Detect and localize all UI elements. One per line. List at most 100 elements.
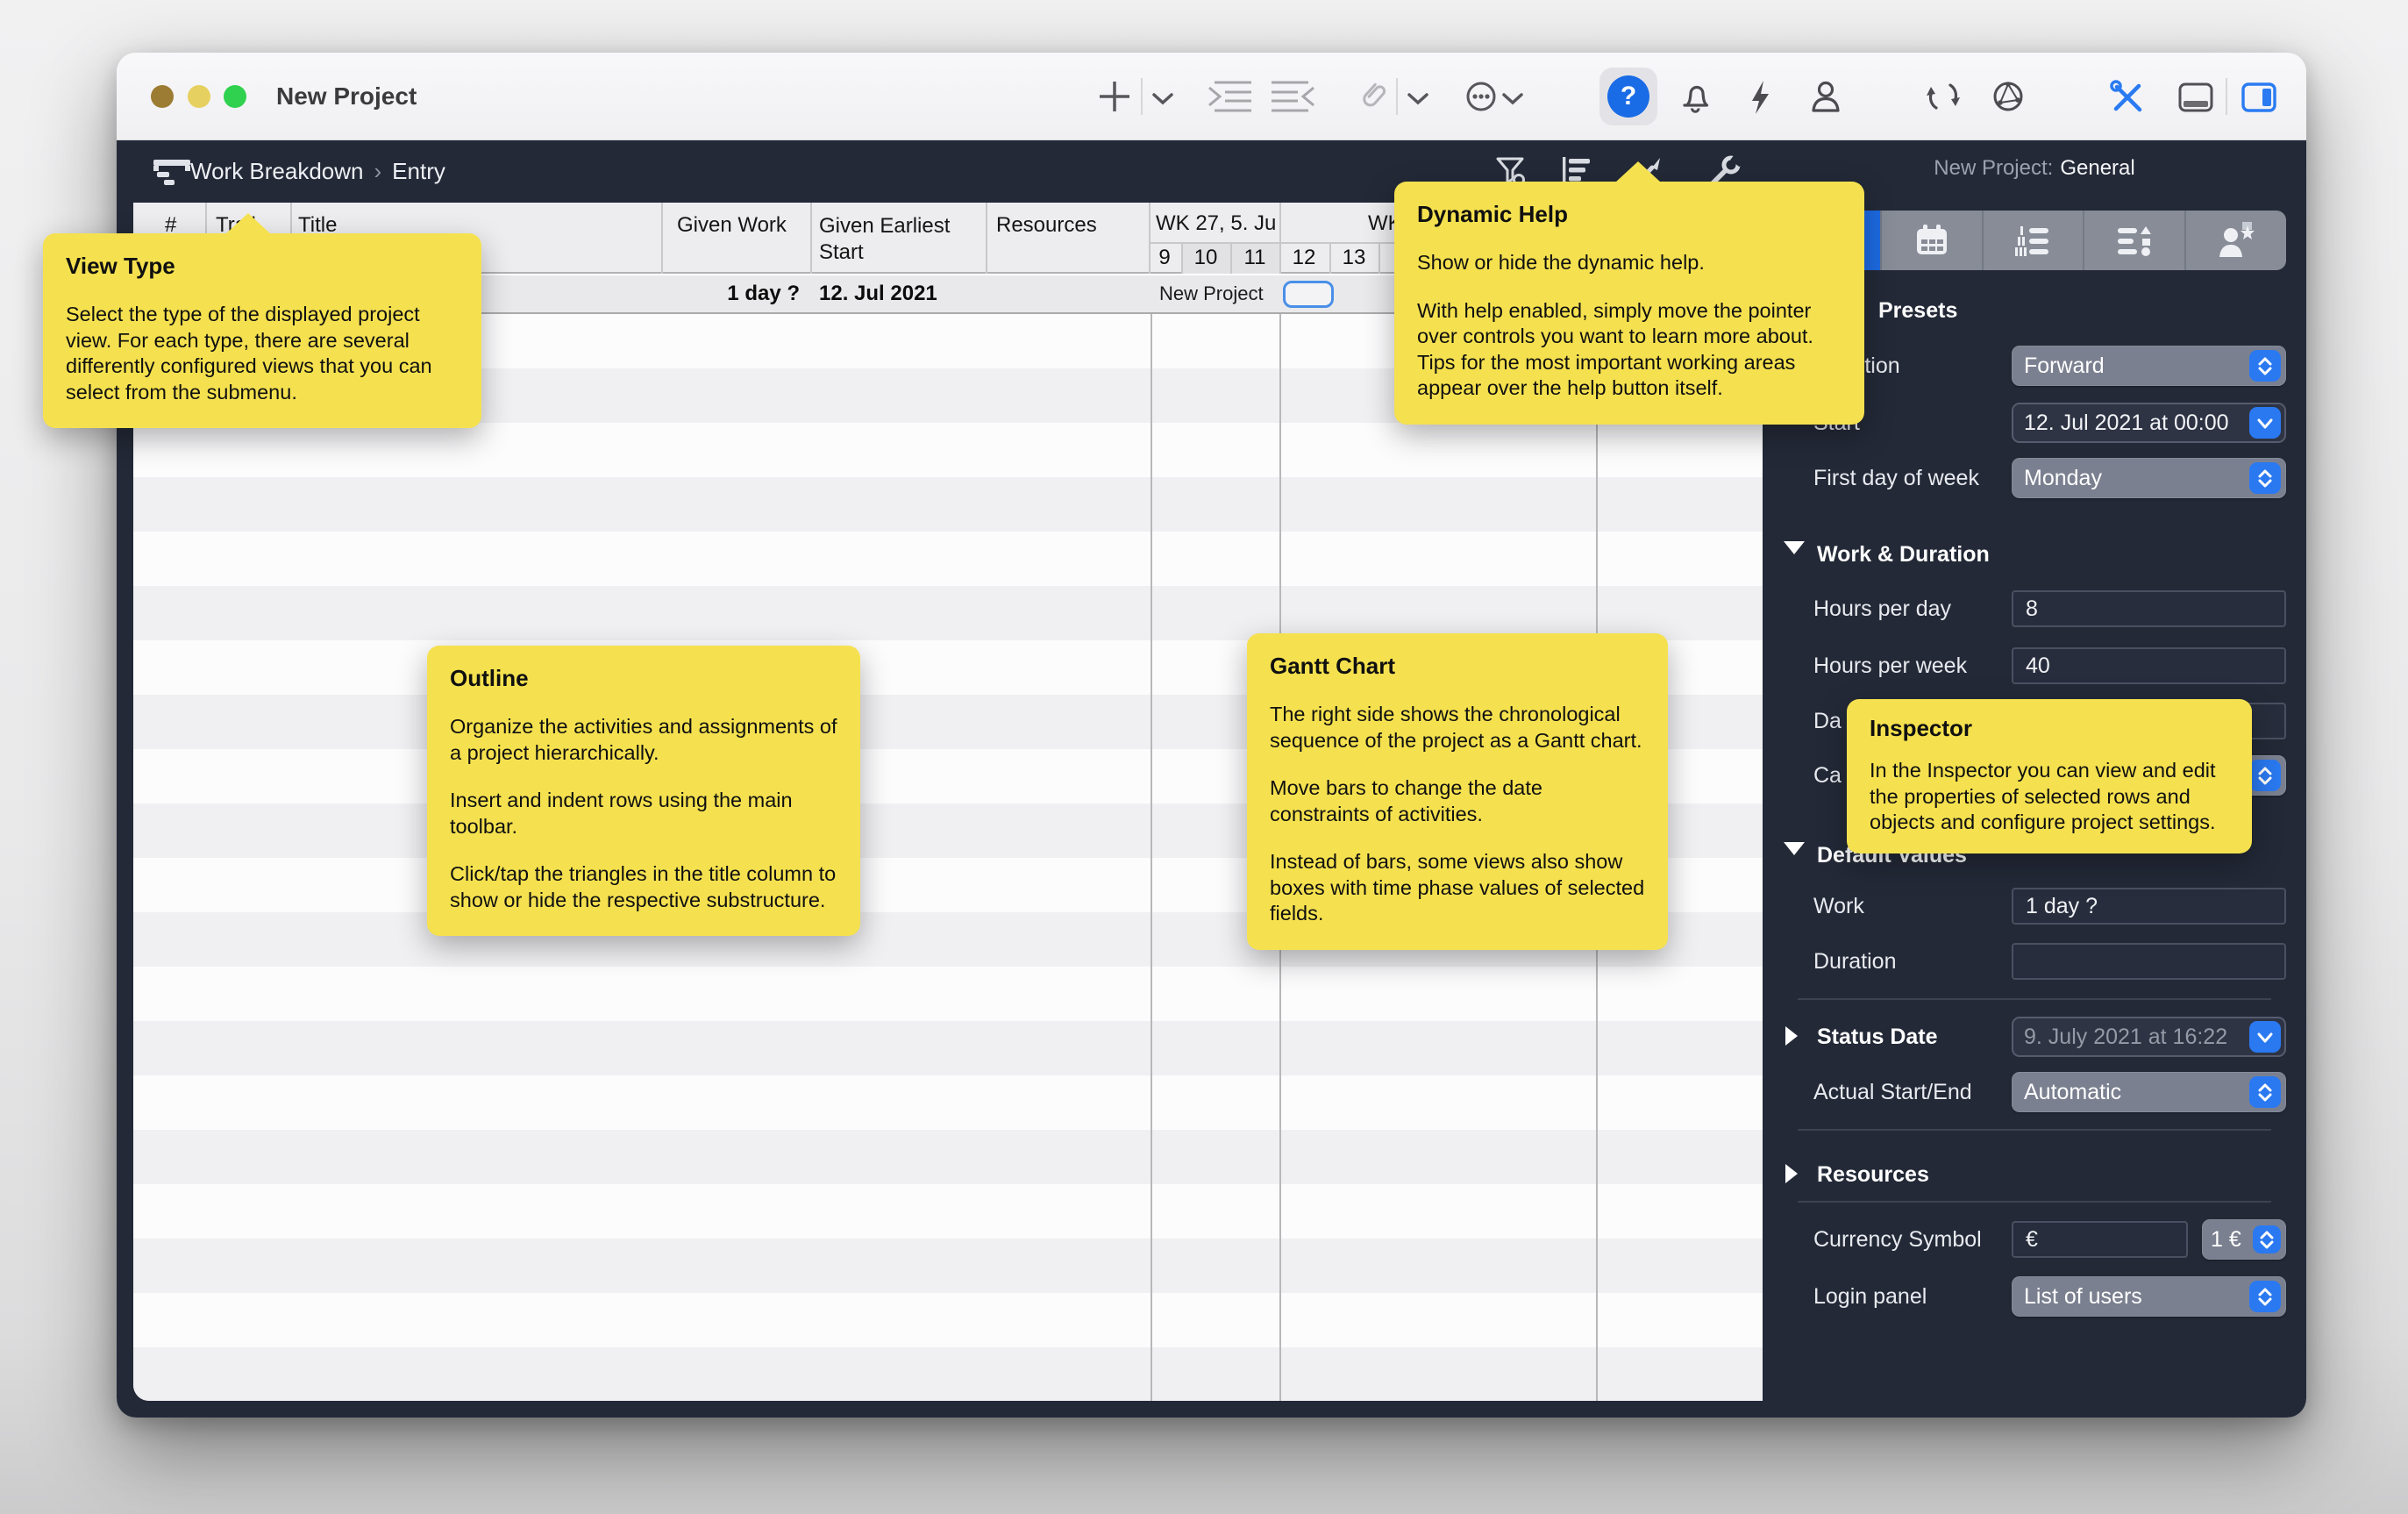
- tooltip-text: Select the type of the displayed project…: [66, 302, 459, 405]
- lightning-icon: [1741, 77, 1779, 116]
- tooltip-text: Click/tap the triangles in the title col…: [450, 861, 837, 913]
- login-panel-label: Login panel: [1813, 1276, 1927, 1317]
- more-actions-menu-button[interactable]: [1500, 91, 1525, 107]
- breadcrumb-view[interactable]: Entry: [392, 158, 445, 184]
- chevron-down-icon: [1500, 91, 1525, 107]
- column-header-given-work[interactable]: Given Work: [677, 213, 787, 238]
- chevron-down-icon: [1406, 91, 1430, 107]
- hours-per-week-label: Hours per week: [1813, 646, 1967, 686]
- hours-per-week-input[interactable]: 40: [2012, 647, 2286, 684]
- add-row-button[interactable]: [1095, 77, 1134, 116]
- events-button[interactable]: [1741, 77, 1779, 116]
- chevron-down-icon: [1151, 91, 1175, 107]
- numbered-list-icon: [2013, 222, 2053, 259]
- indent-row-button[interactable]: [1202, 77, 1255, 116]
- view-type-button[interactable]: [152, 156, 194, 192]
- attach-file-button[interactable]: [1352, 77, 1391, 116]
- currency-symbol-value: €: [2026, 1227, 2038, 1253]
- status-date-button[interactable]: 9. July 2021 at 16:22: [2012, 1017, 2286, 1057]
- up-down-stepper-icon[interactable]: [2249, 760, 2281, 791]
- calendar-icon: [1912, 222, 1952, 259]
- right-panel-icon: [2239, 77, 2279, 118]
- dynamic-help-button[interactable]: ?: [1599, 68, 1657, 125]
- tooltip-pointer-icon: [1615, 161, 1661, 182]
- minimize-window-button[interactable]: [188, 85, 210, 108]
- inspector-title-view: General: [2060, 156, 2134, 180]
- tooltip-text: In the Inspector you can view and edit t…: [1870, 758, 2229, 836]
- close-window-button[interactable]: [151, 85, 174, 108]
- outdent-row-button[interactable]: [1268, 77, 1321, 116]
- help-icon: ?: [1607, 75, 1649, 118]
- currency-symbol-input[interactable]: €: [2012, 1221, 2188, 1258]
- hours-per-day-label: Hours per day: [1813, 589, 1951, 629]
- up-down-stepper-icon[interactable]: [2249, 350, 2281, 382]
- add-row-menu-button[interactable]: [1151, 91, 1175, 107]
- gantt-week-header-1: WK 27, 5. Ju: [1156, 211, 1281, 236]
- up-down-stepper-icon[interactable]: [2249, 462, 2281, 494]
- project-gantt-bar[interactable]: [1283, 281, 1334, 308]
- default-duration-input[interactable]: [2012, 943, 2286, 980]
- toggle-bottom-panel-button[interactable]: [2176, 77, 2216, 118]
- hours-per-day-input[interactable]: 8: [2012, 590, 2286, 627]
- tooltip-inspector: Inspector In the Inspector you can view …: [1847, 699, 2252, 853]
- notifications-button[interactable]: [1676, 77, 1714, 116]
- tab-resources[interactable]: [2184, 211, 2286, 270]
- tooltip-dynamic-help: Dynamic Help Show or hide the dynamic he…: [1394, 182, 1864, 425]
- tab-outline-numbers[interactable]: [1982, 211, 2084, 270]
- indent-icon: [1202, 77, 1255, 116]
- tab-fields[interactable]: [2083, 211, 2184, 270]
- up-down-stepper-icon[interactable]: [2249, 1076, 2281, 1108]
- section-presets[interactable]: Presets: [1878, 293, 1957, 328]
- tooltip-text: Show or hide the dynamic help.: [1417, 250, 1842, 276]
- first-day-label: First day of week: [1813, 458, 1979, 498]
- disclosure-down-icon[interactable]: [1784, 541, 1805, 554]
- column-header-given-earliest-start[interactable]: Given Earliest Start: [819, 213, 977, 266]
- login-panel-popup[interactable]: List of users: [2012, 1276, 2286, 1317]
- days-per-label: Da: [1813, 701, 1842, 741]
- tooltip-title: Outline: [450, 665, 837, 692]
- currency-symbol-label: Currency Symbol: [1813, 1219, 1982, 1260]
- tooltip-text: Move bars to change the date constraints…: [1270, 775, 1645, 827]
- settings-tools-button[interactable]: [2107, 77, 2146, 116]
- disclosure-down-icon[interactable]: [1784, 842, 1805, 855]
- tab-calendar[interactable]: [1880, 211, 1982, 270]
- divider: [1798, 1129, 2271, 1131]
- network-button[interactable]: [1989, 77, 2027, 116]
- status-date-heading[interactable]: Status Date: [1817, 1017, 1938, 1057]
- toggle-inspector-panel-button[interactable]: [2239, 77, 2279, 118]
- status-date-value: 9. July 2021 at 16:22: [2024, 1025, 2227, 1050]
- hours-per-day-value: 8: [2026, 596, 2038, 622]
- attach-menu-button[interactable]: [1406, 91, 1430, 107]
- first-day-popup[interactable]: Monday: [2012, 458, 2286, 498]
- project-given-earliest-start[interactable]: 12. Jul 2021: [819, 275, 937, 312]
- sync-button[interactable]: [1924, 77, 1963, 116]
- currency-unit-popup[interactable]: 1 €: [2202, 1219, 2286, 1260]
- tooltip-title: Dynamic Help: [1417, 201, 1842, 228]
- tooltip-text: Organize the activities and assignments …: [450, 714, 837, 766]
- chevron-down-icon[interactable]: [2249, 407, 2281, 439]
- up-down-stepper-icon[interactable]: [2253, 1225, 2281, 1253]
- project-given-work[interactable]: 1 day ?: [661, 275, 800, 312]
- breadcrumb-section[interactable]: Work Breakdown: [190, 158, 364, 184]
- disclosure-right-icon[interactable]: [1785, 1026, 1798, 1046]
- start-date-button[interactable]: 12. Jul 2021 at 00:00: [2012, 403, 2286, 443]
- divider: [1798, 1201, 2271, 1203]
- direction-popup[interactable]: Forward: [2012, 346, 2286, 386]
- disclosure-right-icon[interactable]: [1785, 1164, 1798, 1183]
- zoom-window-button[interactable]: [224, 85, 246, 108]
- up-down-stepper-icon[interactable]: [2249, 1281, 2281, 1312]
- calendar-label: Ca: [1813, 755, 1842, 796]
- network-globe-icon: [1989, 77, 2027, 116]
- resources-button[interactable]: [1806, 77, 1845, 116]
- chevron-down-icon[interactable]: [2249, 1021, 2281, 1053]
- actual-start-end-popup[interactable]: Automatic: [2012, 1072, 2286, 1112]
- default-work-input[interactable]: 1 day ?: [2012, 888, 2286, 925]
- column-header-resources[interactable]: Resources: [996, 213, 1097, 238]
- more-actions-button[interactable]: [1462, 77, 1500, 116]
- section-work-duration[interactable]: Work & Duration: [1817, 537, 1990, 572]
- tools-icon: [2107, 77, 2146, 116]
- breadcrumb[interactable]: Work Breakdown›Entry: [190, 140, 445, 203]
- resources-heading[interactable]: Resources: [1817, 1154, 1929, 1195]
- bottom-panel-icon: [2176, 77, 2216, 118]
- person-star-icon: [2216, 222, 2256, 259]
